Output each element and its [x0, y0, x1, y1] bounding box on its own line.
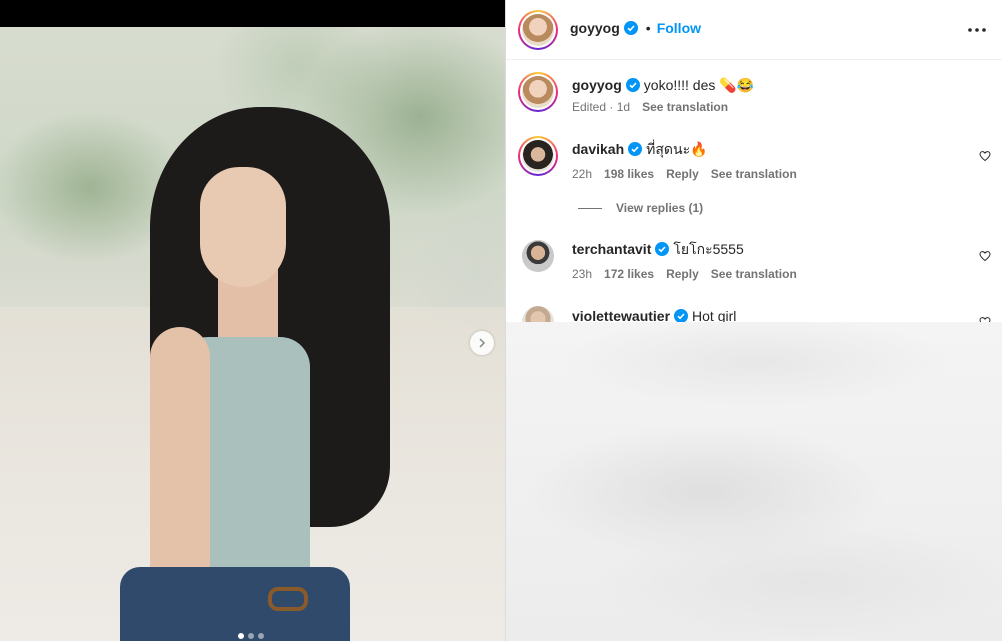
more-horizontal-icon[interactable] [967, 20, 987, 40]
caption-username[interactable]: goyyog [572, 77, 622, 93]
like-count[interactable]: 198 likes [604, 167, 654, 181]
avatar[interactable] [518, 136, 558, 176]
comment-username[interactable]: terchantavit [572, 241, 651, 257]
comments-panel: goyyog • Follow goyyog yoko!!!! des 💊😂 Ed… [505, 0, 1002, 641]
comment-text: โยโกะ5555 [673, 241, 744, 257]
comment-age: 22h [572, 167, 593, 181]
carousel-dots [238, 633, 264, 639]
comment-username[interactable]: davikah [572, 141, 624, 157]
carousel-dot [258, 633, 264, 639]
verified-badge-icon [623, 21, 638, 35]
verified-badge-icon [674, 309, 689, 323]
reply-button[interactable]: Reply [666, 167, 699, 181]
see-translation-link[interactable]: See translation [642, 100, 728, 114]
verified-badge-icon [625, 78, 640, 92]
edited-label: Edited [572, 100, 607, 114]
see-translation-link[interactable]: See translation [711, 167, 797, 181]
obscured-area [506, 322, 1002, 641]
chevron-right-icon [479, 338, 486, 348]
post-header: goyyog • Follow [506, 0, 1002, 60]
header-username[interactable]: goyyog [570, 20, 620, 36]
carousel-dot [238, 633, 244, 639]
caption-age: 1d [616, 100, 631, 114]
like-count[interactable]: 172 likes [604, 267, 654, 281]
avatar[interactable] [522, 240, 554, 272]
carousel-dot [248, 633, 254, 639]
caption-text: yoko!!!! des 💊😂 [643, 77, 755, 93]
post-media [0, 0, 505, 641]
view-replies-button[interactable]: View replies (1) [578, 201, 703, 215]
avatar[interactable] [518, 72, 558, 112]
heart-icon[interactable] [979, 150, 991, 162]
heart-icon[interactable] [979, 250, 991, 262]
avatar[interactable] [518, 10, 558, 50]
follow-button[interactable]: Follow [657, 20, 701, 36]
post-photo [0, 27, 505, 641]
header-separator: • [645, 20, 651, 36]
view-replies-label: View replies (1) [616, 201, 704, 215]
comment-text: ที่สุดนะ🔥 [646, 141, 708, 157]
comment-age: 23h [572, 267, 593, 281]
next-image-button[interactable] [470, 331, 494, 355]
reply-button[interactable]: Reply [666, 267, 699, 281]
verified-badge-icon [628, 142, 643, 156]
see-translation-link[interactable]: See translation [711, 267, 797, 281]
verified-badge-icon [655, 242, 670, 256]
